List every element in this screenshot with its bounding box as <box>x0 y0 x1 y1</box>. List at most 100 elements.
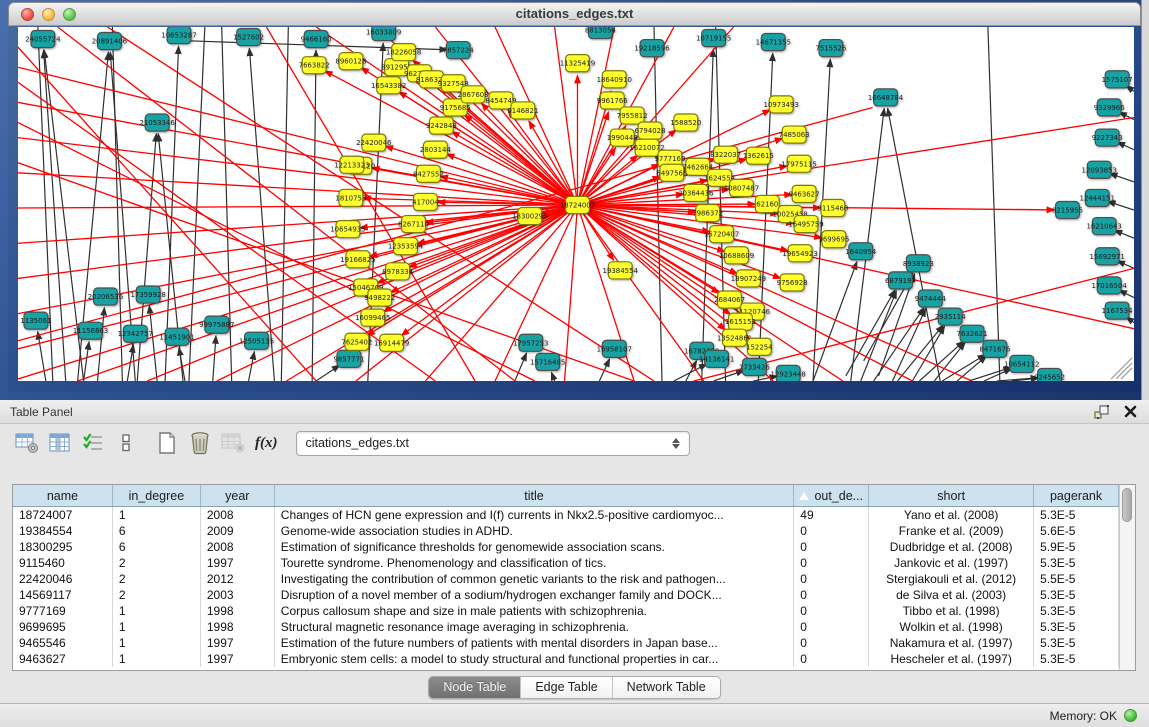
table-row[interactable]: 911546021997Tourette syndrome. Phenomeno… <box>13 555 1119 571</box>
graph-node[interactable]: 12505135 <box>239 332 274 349</box>
graph-node[interactable]: 8960128 <box>335 53 366 70</box>
graph-node[interactable]: 7625402 <box>341 333 372 350</box>
graph-node[interactable]: 20206536 <box>88 288 123 305</box>
graph-node[interactable]: 8427552 <box>413 165 444 182</box>
scrollbar-thumb[interactable] <box>1122 488 1132 522</box>
graph-node[interactable]: 16210643 <box>1087 218 1122 235</box>
table-row[interactable]: 1456911722003Disruption of a novel membe… <box>13 587 1119 603</box>
graph-node[interactable]: 8813054 <box>585 27 616 39</box>
graph-node[interactable]: 8322037 <box>710 146 741 163</box>
graph-node[interactable]: 8938923 <box>903 255 934 272</box>
graph-node[interactable]: 9115460 <box>817 199 848 216</box>
function-builder-button[interactable]: f(x) <box>255 435 278 452</box>
column-header-name[interactable]: name <box>13 485 113 506</box>
table-selector-dropdown[interactable]: citations_edges.txt <box>296 431 690 456</box>
graph-node[interactable]: 15716485 <box>530 353 565 370</box>
table-scrollbar[interactable] <box>1119 485 1135 670</box>
graph-node[interactable]: 12342757 <box>118 325 153 342</box>
graph-node[interactable]: 7485063 <box>779 126 810 143</box>
graph-node[interactable]: 7857224 <box>443 42 474 59</box>
table-row[interactable]: 1830029562008Estimation of significance … <box>13 539 1119 555</box>
graph-node[interactable]: 10654935 <box>330 221 365 238</box>
graph-node[interactable]: 1640954 <box>845 243 876 260</box>
graph-node[interactable]: 9329966 <box>1094 99 1125 116</box>
row-options-button[interactable] <box>113 430 139 456</box>
graph-node[interactable]: 2935114 <box>935 308 966 325</box>
tab-edge-table[interactable]: Edge Table <box>521 677 612 698</box>
graph-node[interactable]: 1575107 <box>1102 71 1133 88</box>
graph-node[interactable]: 14671355 <box>756 34 791 51</box>
graph-node[interactable]: 152254 <box>746 338 773 355</box>
graph-node[interactable]: 11451901 <box>159 328 194 345</box>
graph-node[interactable]: 12923448 <box>770 365 805 381</box>
graph-node[interactable]: 9146821 <box>507 102 538 119</box>
graph-node[interactable]: 8267110 <box>398 216 429 233</box>
graph-node[interactable]: 2867608 <box>458 86 489 103</box>
graph-node[interactable]: 7663822 <box>299 57 330 74</box>
graph-node[interactable]: 9756928 <box>777 274 808 291</box>
graph-node[interactable]: 16033809 <box>366 27 401 41</box>
graph-node[interactable]: 16914479 <box>374 334 409 351</box>
graph-node[interactable]: 17975115 <box>781 155 816 172</box>
graph-node[interactable]: 12093853 <box>1082 161 1117 178</box>
graph-node[interactable]: 19654923 <box>782 245 817 262</box>
graph-node[interactable]: 9961766 <box>597 92 628 109</box>
graph-node[interactable]: 16648784 <box>868 89 904 106</box>
column-header-out_de[interactable]: out_de... <box>794 485 869 506</box>
graph-node[interactable]: 9227343 <box>1092 129 1123 146</box>
table-row[interactable]: 1872400712008Changes of HCN gene express… <box>13 507 1119 523</box>
graph-node[interactable]: 1588520 <box>670 114 701 131</box>
graph-node[interactable]: 21053346 <box>139 114 174 131</box>
table-row[interactable]: 969969511998Structural magnetic resonanc… <box>13 619 1119 635</box>
graph-node[interactable]: 10719155 <box>696 30 731 47</box>
column-header-pagerank[interactable]: pagerank <box>1034 485 1119 506</box>
create-column-button[interactable] <box>154 430 180 456</box>
delete-table-button[interactable] <box>220 430 246 456</box>
graph-node[interactable]: 19218596 <box>634 40 669 57</box>
graph-node[interactable]: 9245652 <box>1034 368 1065 381</box>
graph-node[interactable]: 7986372 <box>692 205 723 222</box>
table-row[interactable]: 946554611997Estimation of the future num… <box>13 635 1119 651</box>
graph-node[interactable]: 1167534 <box>1102 302 1133 319</box>
graph-node[interactable]: 16543382 <box>371 77 406 94</box>
graph-node[interactable]: 20891406 <box>92 33 127 50</box>
graph-node[interactable]: 16958107 <box>597 340 632 357</box>
table-row[interactable]: 1938455462009Genome-wide association stu… <box>13 523 1119 539</box>
graph-node[interactable]: 1733426 <box>739 358 770 375</box>
column-chooser-button[interactable] <box>80 430 106 456</box>
window-titlebar[interactable]: citations_edges.txt <box>8 2 1141 26</box>
graph-node[interactable]: 417004 <box>412 193 439 210</box>
graph-node[interactable]: 24055724 <box>25 31 61 48</box>
float-panel-icon[interactable] <box>1093 404 1111 420</box>
graph-node[interactable]: 1362615 <box>743 147 774 164</box>
graph-node[interactable]: 9498222 <box>364 289 395 306</box>
table-row[interactable]: 2242004622012Investigating the contribut… <box>13 571 1119 587</box>
graph-node[interactable]: 8978334 <box>382 263 413 280</box>
graph-node[interactable]: 6879197 <box>885 272 916 289</box>
network-canvas[interactable]: 2405572420891406106532871527602946616016… <box>18 27 1134 381</box>
graph-node[interactable]: 12353594 <box>388 238 424 255</box>
close-panel-icon[interactable] <box>1121 404 1139 420</box>
column-header-in_degree[interactable]: in_degree <box>113 485 201 506</box>
graph-node[interactable]: 9699695 <box>818 231 849 248</box>
graph-node[interactable]: 1527602 <box>233 29 264 46</box>
graph-node[interactable]: 8471676 <box>979 340 1010 357</box>
graph-node[interactable]: 7632621 <box>957 325 988 342</box>
graph-node[interactable]: 1135061 <box>20 312 51 329</box>
graph-node[interactable]: 2803144 <box>420 141 451 158</box>
graph-node[interactable]: 9463627 <box>789 185 820 202</box>
graph-node[interactable]: 22420046 <box>356 134 391 151</box>
tab-node-table[interactable]: Node Table <box>429 677 521 698</box>
graph-node[interactable]: 7515526 <box>815 40 846 57</box>
graph-node[interactable]: 17359928 <box>131 286 166 303</box>
graph-node[interactable]: 8215955 <box>1052 201 1083 218</box>
graph-node[interactable]: 9466160 <box>301 31 332 48</box>
delete-columns-button[interactable] <box>187 430 213 456</box>
graph-node[interactable]: 6794028 <box>635 122 666 139</box>
column-header-year[interactable]: year <box>201 485 275 506</box>
graph-node[interactable]: 19384554 <box>603 262 639 279</box>
graph-node[interactable]: 99975887 <box>199 316 234 333</box>
graph-node[interactable]: 12444151 <box>1080 189 1115 206</box>
column-header-short[interactable]: short <box>869 485 1034 506</box>
select-columns-button[interactable] <box>47 430 73 456</box>
